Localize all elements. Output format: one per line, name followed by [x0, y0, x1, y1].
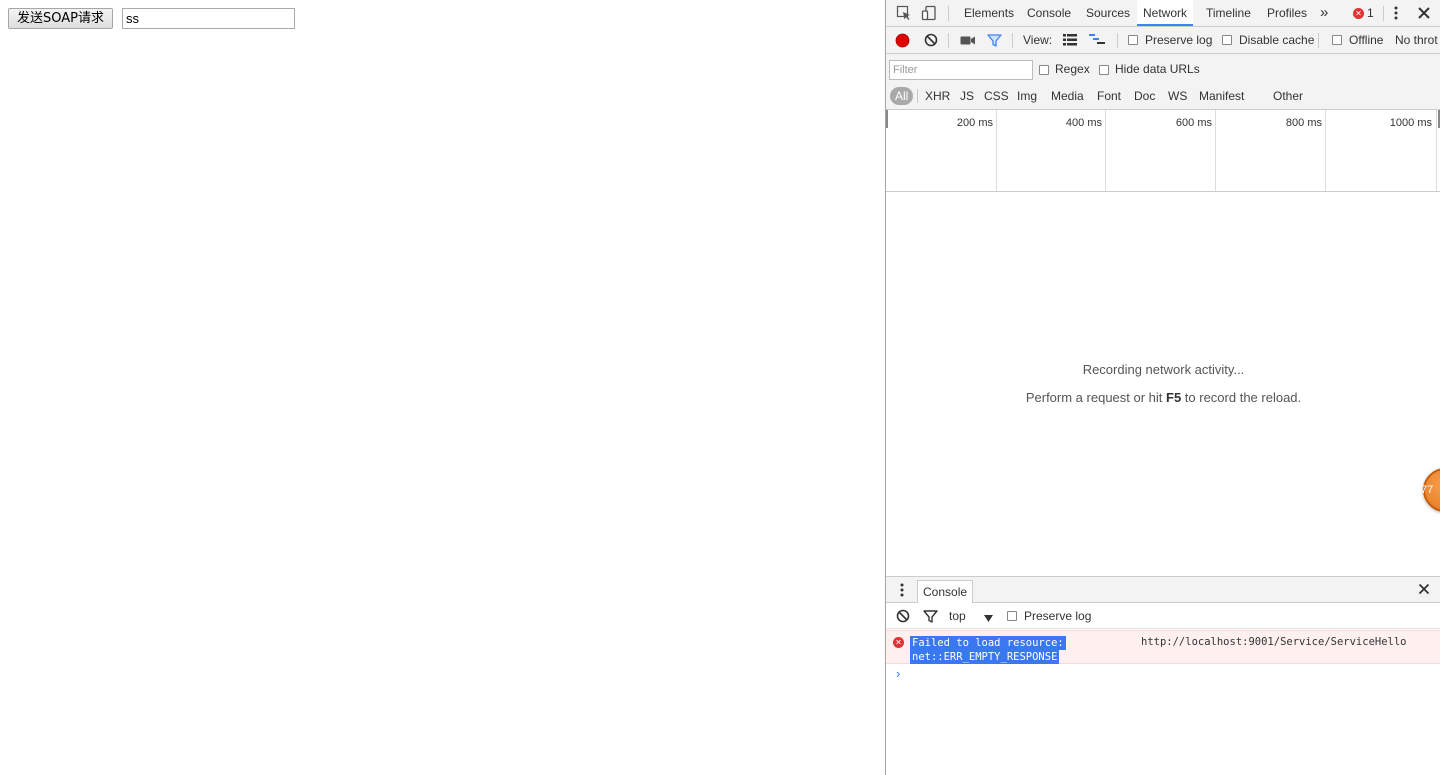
error-source-link[interactable]: http://localhost:9001/Service/ServiceHel… [1141, 636, 1407, 648]
more-tabs-button[interactable]: » [1314, 0, 1334, 26]
disable-cache-checkbox[interactable] [1222, 35, 1232, 45]
view-label: View: [1023, 33, 1053, 47]
toolbar-separator [948, 33, 949, 48]
filter-input[interactable]: Filter [889, 60, 1033, 80]
drawer-tabbar: Console [886, 576, 1440, 604]
preserve-log-checkbox[interactable] [1128, 35, 1138, 45]
type-filter-img[interactable]: Img [1013, 87, 1041, 105]
error-text-line1: Failed to load resource: [910, 636, 1066, 650]
offline-checkbox[interactable] [1332, 35, 1342, 45]
offline-label: Offline [1349, 33, 1384, 47]
capture-screenshots-icon[interactable] [960, 35, 976, 49]
clear-icon[interactable] [924, 33, 938, 50]
toolbar-separator [1318, 33, 1319, 48]
console-preserve-log-label: Preserve log [1024, 609, 1092, 623]
close-drawer-icon[interactable] [1418, 583, 1430, 598]
timeline-grid-column: 200 ms [886, 110, 997, 191]
console-prompt[interactable]: › [896, 666, 900, 681]
type-separator [917, 89, 918, 103]
throttling-select[interactable]: No throt [1395, 27, 1438, 54]
send-soap-request-button[interactable]: 发送SOAP请求 [8, 8, 113, 29]
drawer-menu-icon[interactable] [899, 582, 905, 601]
execution-context-select[interactable]: top [949, 603, 966, 629]
floating-badge[interactable]: 77 [1421, 468, 1440, 512]
timeline-tick-label: 200 ms [956, 117, 993, 129]
devtools-tabbar: Elements Console Sources Network Timelin… [886, 0, 1440, 27]
tab-console[interactable]: Console [1021, 0, 1077, 26]
tab-elements[interactable]: Elements [958, 0, 1020, 26]
tab-network[interactable]: Network [1137, 0, 1194, 26]
timeline-tick-label: 600 ms [1175, 117, 1212, 129]
timeline-tick-label: 800 ms [1285, 117, 1322, 129]
regex-label: Regex [1055, 62, 1090, 76]
reload-hint-key: F5 [1166, 390, 1182, 405]
inspect-element-icon[interactable] [896, 5, 912, 21]
type-filter-xhr[interactable]: XHR [921, 87, 954, 105]
type-filter-css[interactable]: CSS [980, 87, 1013, 105]
type-filter-all[interactable]: All [890, 87, 914, 105]
error-count[interactable]: 1 [1367, 0, 1374, 27]
soap-text-input[interactable] [122, 8, 295, 29]
recording-message: Recording network activity... [1082, 362, 1245, 377]
close-devtools-icon[interactable] [1417, 6, 1431, 23]
console-toolbar: top Preserve log [886, 603, 1440, 629]
page-content: 发送SOAP请求 [0, 0, 885, 775]
timeline-grid-column: 1000 ms [1326, 110, 1437, 191]
record-icon[interactable] [895, 33, 910, 51]
timeline-grid-column: 600 ms [1106, 110, 1216, 191]
tab-profiles[interactable]: Profiles [1261, 0, 1313, 26]
reload-hint: Perform a request or hit F5 to record th… [886, 390, 1440, 405]
error-count-icon: ✕ [1353, 8, 1364, 19]
tabbar-separator [948, 6, 949, 21]
network-filter-bar: Filter Regex Hide data URLs All XHR JS C… [886, 54, 1440, 110]
filter-icon[interactable] [987, 33, 1002, 51]
error-text-line2: net::ERR_EMPTY_RESPONSE [910, 650, 1060, 664]
tabbar-separator [1383, 6, 1384, 21]
timeline-tick-label: 400 ms [1065, 117, 1102, 129]
tab-timeline[interactable]: Timeline [1200, 0, 1257, 26]
drawer-tab-console[interactable]: Console [917, 580, 974, 604]
hide-data-urls-checkbox[interactable] [1099, 65, 1109, 75]
preserve-log-label: Preserve log [1145, 33, 1213, 47]
overview-waterfall-icon[interactable] [1089, 34, 1105, 49]
type-filter-other[interactable]: Other [1269, 87, 1307, 105]
reload-hint-prefix: Perform a request or hit [1025, 390, 1167, 405]
network-overview-timeline[interactable]: 200 ms 400 ms 600 ms 800 ms 1000 ms [886, 110, 1440, 192]
toolbar-separator [1012, 33, 1013, 48]
clear-console-icon[interactable] [896, 609, 910, 626]
timeline-grid-column: 400 ms [997, 110, 1106, 191]
error-text[interactable]: Failed to load resource: net::ERR_EMPTY_… [910, 636, 1066, 664]
type-filter-font[interactable]: Font [1093, 87, 1125, 105]
network-toolbar: View: Preserve log Disable cache Offline… [886, 27, 1440, 54]
error-icon: ✕ [893, 637, 904, 648]
disable-cache-label: Disable cache [1239, 33, 1315, 47]
tab-sources[interactable]: Sources [1080, 0, 1136, 26]
devtools-panel: Elements Console Sources Network Timelin… [885, 0, 1440, 775]
timeline-tick-label: 1000 ms [1389, 117, 1432, 129]
device-toolbar-icon[interactable] [921, 5, 937, 21]
large-rows-icon[interactable] [1063, 34, 1077, 49]
type-filter-js[interactable]: JS [956, 87, 978, 105]
console-preserve-log-checkbox[interactable] [1007, 611, 1017, 621]
timeline-grid-column: 800 ms [1216, 110, 1326, 191]
hide-data-urls-label: Hide data URLs [1115, 62, 1200, 76]
toolbar-separator [1117, 33, 1118, 48]
type-filter-media[interactable]: Media [1047, 87, 1088, 105]
type-filter-doc[interactable]: Doc [1130, 87, 1159, 105]
context-dropdown-arrow-icon[interactable] [984, 612, 993, 626]
regex-checkbox[interactable] [1039, 65, 1049, 75]
console-filter-icon[interactable] [923, 609, 938, 627]
type-filter-ws[interactable]: WS [1164, 87, 1191, 105]
console-error-message[interactable]: ✕ Failed to load resource: net::ERR_EMPT… [886, 630, 1440, 664]
type-filter-manifest[interactable]: Manifest [1195, 87, 1248, 105]
reload-hint-suffix: to record the reload. [1181, 390, 1302, 405]
customize-menu-icon[interactable] [1392, 5, 1400, 24]
